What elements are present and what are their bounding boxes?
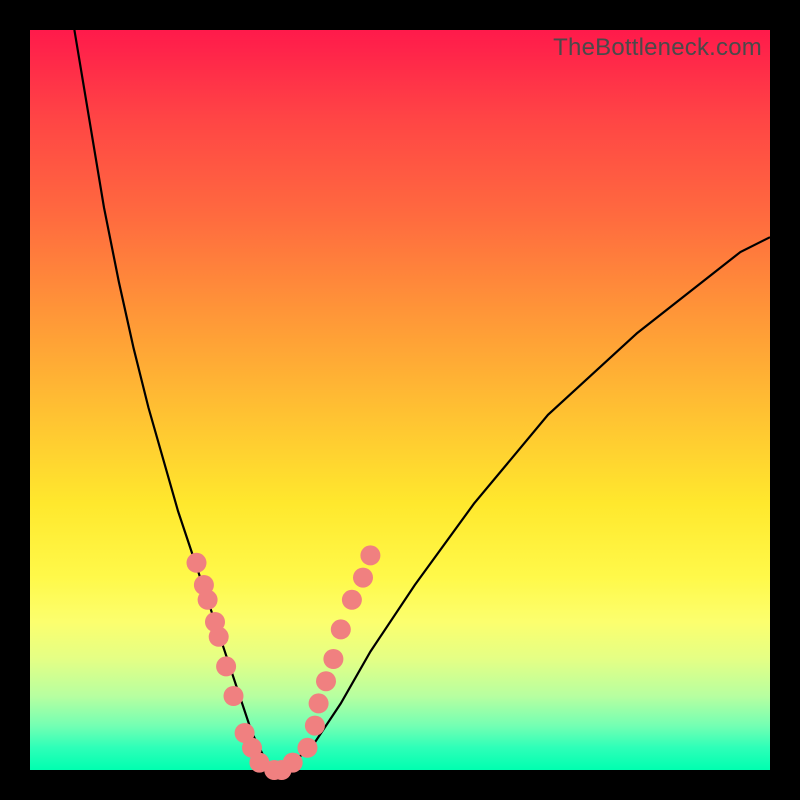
curve-marker <box>309 693 329 713</box>
curve-marker <box>209 627 229 647</box>
plot-area: TheBottleneck.com <box>30 30 770 770</box>
curve-marker <box>283 753 303 773</box>
marker-group <box>187 545 381 780</box>
chart-frame: TheBottleneck.com <box>0 0 800 800</box>
curve-marker <box>198 590 218 610</box>
curve-marker <box>298 738 318 758</box>
curve-marker <box>360 545 380 565</box>
curve-marker <box>323 649 343 669</box>
curve-marker <box>187 553 207 573</box>
curve-marker <box>353 568 373 588</box>
curve-marker <box>224 686 244 706</box>
curve-marker <box>305 716 325 736</box>
curve-marker <box>342 590 362 610</box>
bottleneck-curve <box>74 30 770 770</box>
curve-marker <box>316 671 336 691</box>
curve-marker <box>216 656 236 676</box>
curve-svg <box>30 30 770 770</box>
curve-marker <box>331 619 351 639</box>
